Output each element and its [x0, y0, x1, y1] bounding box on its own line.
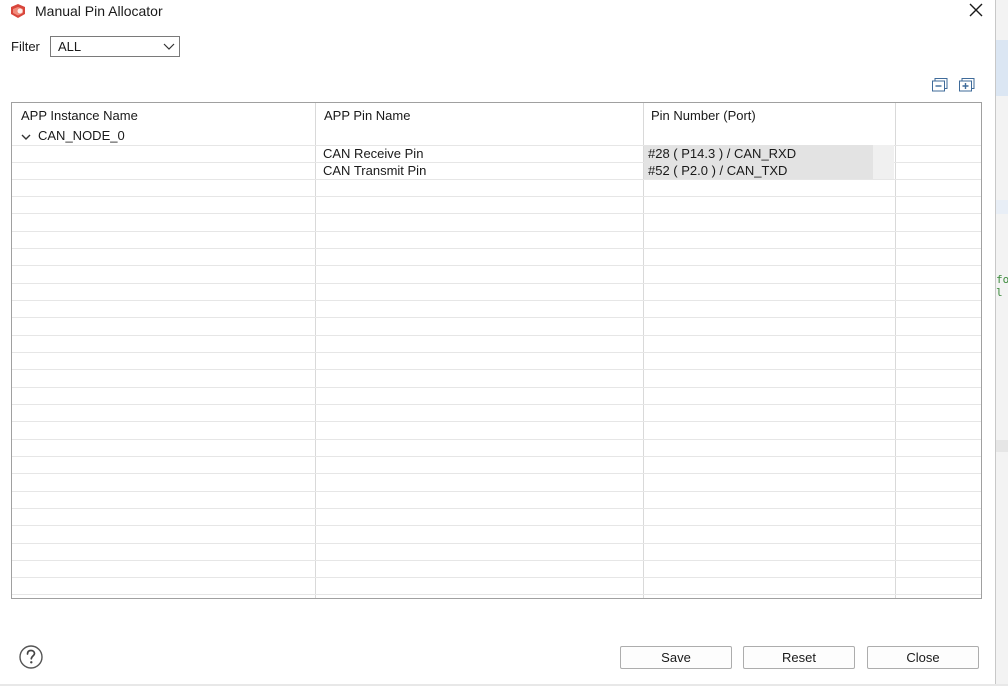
row-divider	[12, 473, 981, 474]
row-divider	[12, 491, 981, 492]
row-divider	[12, 248, 981, 249]
manual-pin-allocator-dialog: Manual Pin Allocator Filter ALL APP Inst…	[0, 0, 996, 686]
background-panel	[996, 40, 1008, 96]
background-window: fo l	[996, 0, 1008, 686]
table-row-pin-name[interactable]: CAN Receive Pin	[323, 146, 423, 161]
column-header-pin-name[interactable]: APP Pin Name	[324, 108, 410, 123]
row-divider	[12, 594, 981, 595]
window-title: Manual Pin Allocator	[35, 3, 163, 19]
row-divider	[12, 543, 981, 544]
row-divider	[12, 283, 981, 284]
table-row-pin-number[interactable]: #52 ( P2.0 ) / CAN_TXD	[644, 162, 873, 179]
chevron-down-icon	[163, 43, 175, 50]
group-name: CAN_NODE_0	[38, 128, 125, 143]
row-divider	[12, 387, 981, 388]
column-header-pin-number[interactable]: Pin Number (Port)	[651, 108, 756, 123]
row-divider	[12, 231, 981, 232]
row-divider	[12, 317, 981, 318]
pin-cell-edit-area[interactable]	[873, 162, 894, 179]
table-row-pin-name[interactable]: CAN Transmit Pin	[323, 163, 426, 178]
background-code-line: fo	[996, 273, 1008, 286]
background-code-line: l	[996, 286, 1003, 299]
tree-group-row[interactable]: CAN_NODE_0	[20, 128, 125, 144]
row-divider	[12, 560, 981, 561]
row-divider	[12, 300, 981, 301]
app-logo-icon	[11, 4, 25, 18]
row-divider	[12, 369, 981, 370]
row-divider	[12, 456, 981, 457]
row-divider	[12, 213, 981, 214]
row-divider	[12, 508, 981, 509]
background-panel	[996, 200, 1008, 214]
row-divider	[12, 525, 981, 526]
row-divider	[12, 335, 981, 336]
background-panel	[996, 440, 1008, 452]
filter-selected-value: ALL	[58, 39, 82, 54]
save-button[interactable]: Save	[620, 646, 732, 669]
filter-dropdown[interactable]: ALL	[50, 36, 180, 57]
chevron-down-icon[interactable]	[20, 132, 32, 142]
column-header-instance[interactable]: APP Instance Name	[21, 108, 138, 123]
row-divider	[12, 421, 981, 422]
row-divider	[12, 265, 981, 266]
close-button[interactable]: Close	[867, 646, 979, 669]
close-window-icon[interactable]	[965, 0, 987, 22]
filter-label: Filter	[11, 39, 40, 54]
row-divider	[12, 439, 981, 440]
row-divider	[12, 196, 981, 197]
collapse-all-icon[interactable]	[932, 78, 948, 92]
row-divider	[12, 577, 981, 578]
expand-all-icon[interactable]	[959, 78, 975, 92]
reset-button[interactable]: Reset	[743, 646, 855, 669]
row-divider	[12, 404, 981, 405]
table-row-pin-number[interactable]: #28 ( P14.3 ) / CAN_RXD	[644, 145, 873, 162]
pin-table: APP Instance Name APP Pin Name Pin Numbe…	[11, 102, 982, 599]
row-divider	[12, 179, 981, 180]
row-divider	[12, 352, 981, 353]
pin-cell-edit-area[interactable]	[873, 145, 894, 162]
title-bar: Manual Pin Allocator	[0, 0, 995, 24]
help-icon[interactable]	[18, 645, 44, 669]
